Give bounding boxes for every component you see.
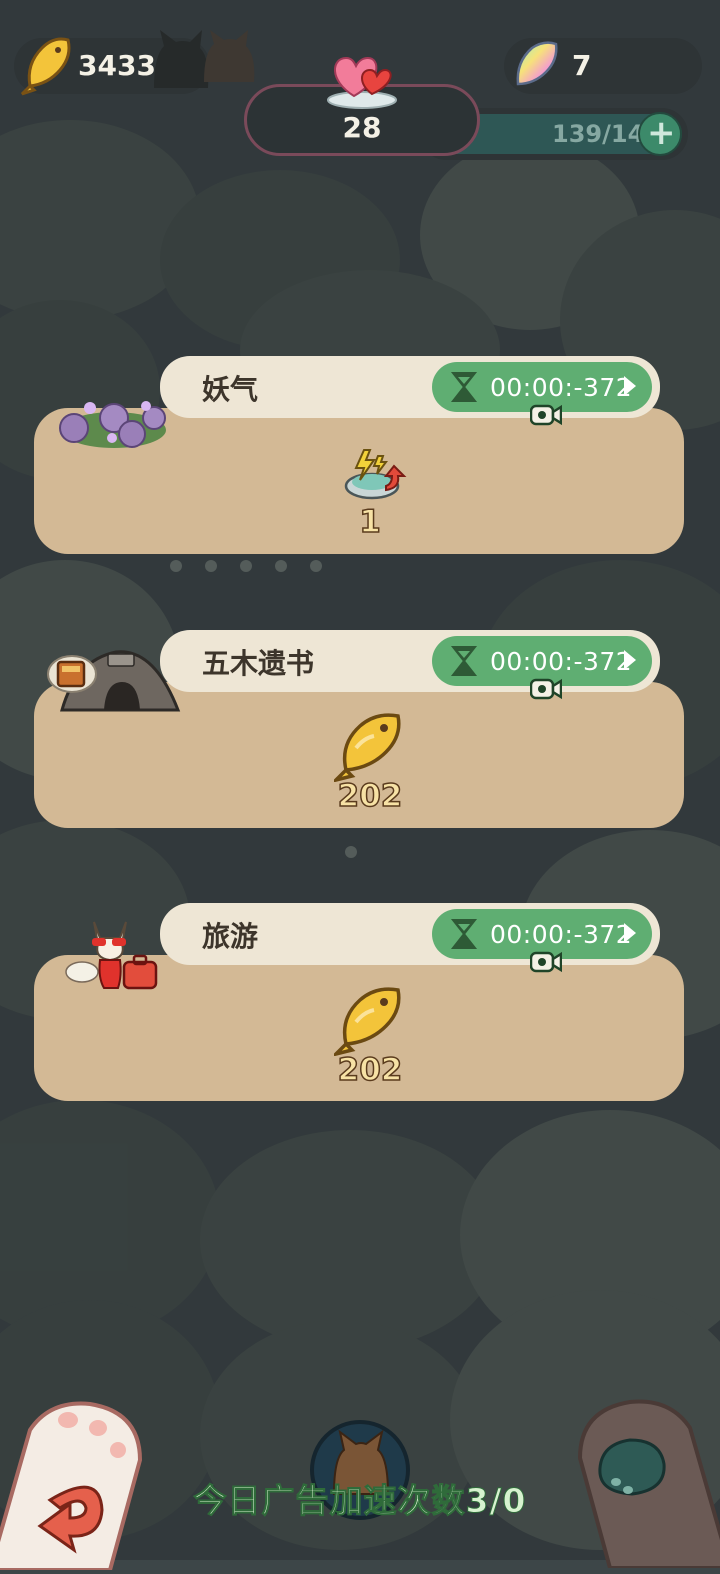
reward-count: 1	[358, 503, 381, 541]
gem-currency-display: 7	[504, 38, 702, 94]
task-title: 五木遗书	[202, 647, 315, 680]
task-title: 旅游	[202, 920, 259, 953]
speedup-icon	[344, 449, 407, 500]
plus-icon: +	[647, 113, 676, 153]
purple-flower-bush-icon	[59, 401, 166, 448]
hourglass-icon	[450, 919, 478, 949]
hourglass-icon	[450, 646, 478, 676]
play-arrow-icon	[624, 376, 636, 396]
fish-count: 3433	[78, 49, 156, 82]
timer-text: 00:00:-372	[490, 920, 633, 949]
task-title: 妖气	[202, 373, 259, 406]
hearts-count: 28	[342, 111, 382, 144]
video-ad-icon	[530, 951, 562, 973]
golden-fish-icon	[20, 37, 71, 96]
play-arrow-icon	[624, 650, 636, 670]
reward-count: 202	[337, 777, 403, 815]
rainbow-gem-icon	[516, 41, 558, 86]
ad-speedup-count-text: 今日广告加速次数3/0	[193, 1481, 527, 1521]
video-ad-icon	[530, 678, 562, 700]
add-energy-button[interactable]: +	[638, 112, 682, 156]
timer-text: 00:00:-372	[490, 373, 633, 402]
hearts-icon	[327, 56, 397, 109]
play-arrow-icon	[624, 923, 636, 943]
video-ad-icon	[530, 404, 562, 426]
travelling-cat-icon	[65, 921, 158, 990]
reward-count: 202	[337, 1051, 403, 1089]
gem-count: 7	[572, 49, 592, 82]
cat-silhouettes	[150, 28, 260, 98]
timer-text: 00:00:-372	[490, 647, 633, 676]
cave-with-book-icon	[47, 650, 181, 712]
hourglass-icon	[450, 372, 478, 402]
golden-fish-icon	[334, 713, 401, 782]
golden-fish-icon	[334, 987, 401, 1056]
